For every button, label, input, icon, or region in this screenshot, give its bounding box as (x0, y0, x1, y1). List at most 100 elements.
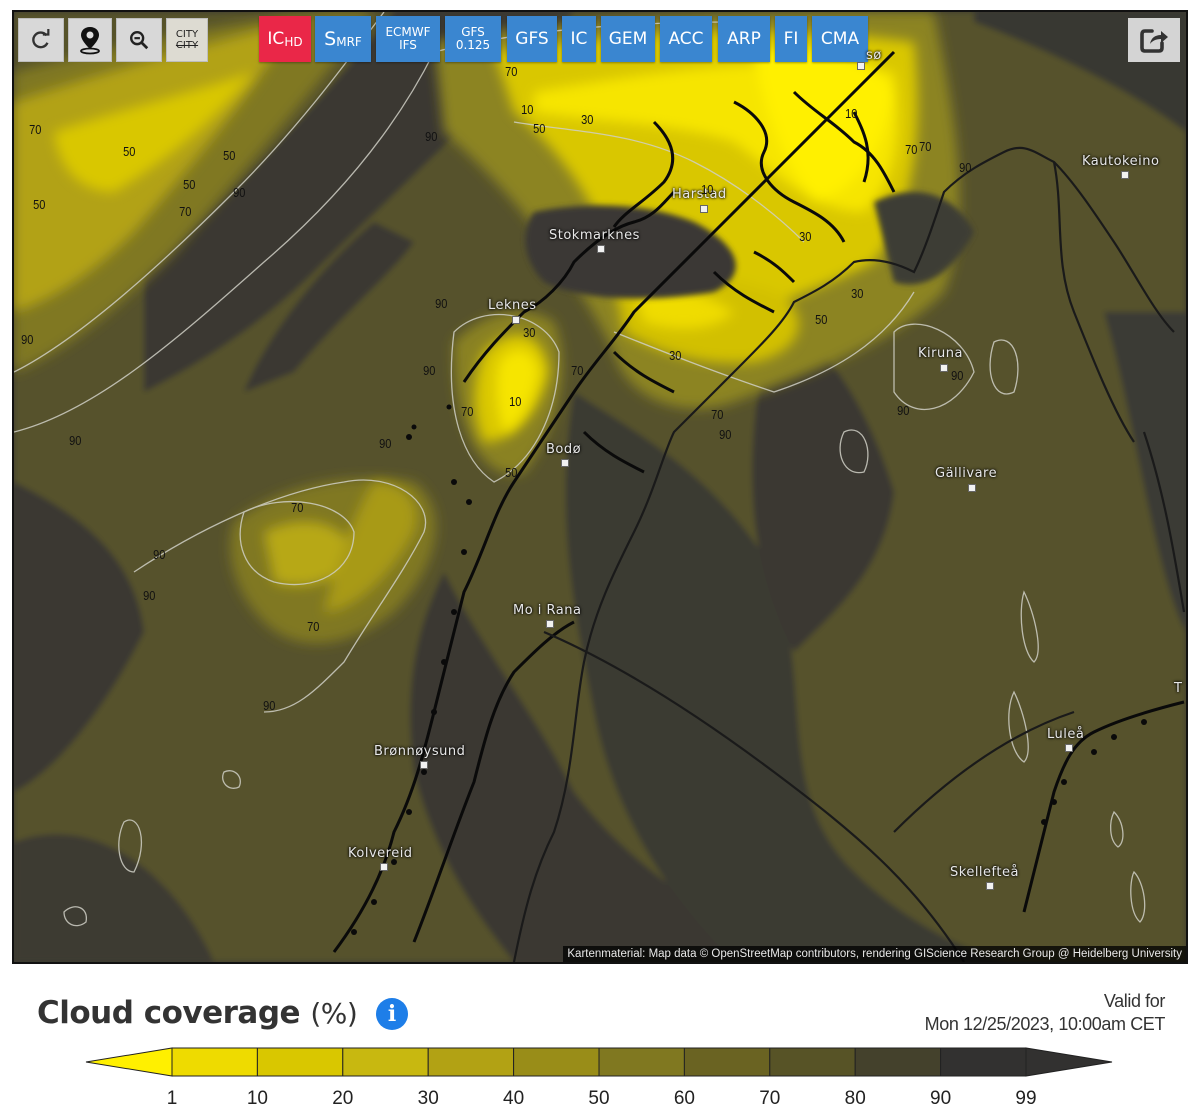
scale-tick-label: 80 (845, 1088, 866, 1109)
contour-label: 50 (183, 177, 196, 192)
model-button-arp[interactable]: ARP (718, 16, 770, 62)
map-view[interactable]: CITY CITY IC HD S MRF ECMWF IFS GFS 0.125 GF… (12, 10, 1188, 964)
city-marker-lulea[interactable] (1065, 744, 1073, 752)
contour-label: 30 (523, 325, 536, 340)
cloud-coverage-map[interactable] (14, 12, 1186, 962)
model-button-fi[interactable]: FI (775, 16, 807, 62)
contour-label: 50 (815, 312, 828, 327)
model-button-ecmwf-ifs[interactable]: ECMWF IFS (376, 16, 440, 62)
contour-label: 90 (425, 129, 438, 144)
scale-segment (854, 1047, 942, 1077)
model-label: GFS (515, 29, 549, 49)
contour-label: 90 (379, 436, 392, 451)
model-label: IC (267, 29, 285, 49)
city-marker-kolvereid[interactable] (380, 863, 388, 871)
scale-segment (256, 1047, 344, 1077)
city-label-gallivare: Gällivare (935, 466, 998, 481)
contour-label: 10 (845, 106, 858, 121)
scale-tick-label: 30 (418, 1088, 439, 1109)
model-label-line2: 0.125 (455, 38, 491, 52)
city-label-lulea: Luleå (1047, 727, 1085, 742)
city-marker-skelleftea[interactable] (986, 882, 994, 890)
model-label: FI (783, 29, 799, 49)
city-label-kiruna: Kiruna (918, 346, 963, 361)
scale-segment (171, 1047, 258, 1077)
contour-label: 50 (223, 148, 236, 163)
contour-label: 30 (799, 229, 812, 244)
model-label: ARP (727, 29, 761, 49)
city-marker-gallivare[interactable] (968, 484, 976, 492)
city-label-partial-t: T (1174, 681, 1183, 696)
contour-label: 70 (29, 122, 42, 137)
city-marker-kautokeino[interactable] (1121, 171, 1129, 179)
share-button[interactable] (1128, 18, 1180, 62)
contour-label: 70 (919, 139, 932, 154)
color-scale: 1 10 20 30 40 50 60 70 80 90 99 (85, 1047, 1113, 1109)
model-label: S (324, 28, 337, 50)
city-marker-stokmarknes[interactable] (597, 245, 605, 253)
scale-tick-label: 90 (930, 1088, 951, 1109)
legend-title-text: Cloud coverage (37, 995, 301, 1031)
contour-label: 70 (307, 619, 320, 634)
scale-tick-label: 60 (674, 1088, 695, 1109)
model-label: ACC (668, 29, 704, 49)
map-attribution: Kartenmaterial: Map data © OpenStreetMap… (563, 946, 1186, 962)
city-toggle-line2: CITY (175, 40, 199, 51)
contour-label: 50 (533, 121, 546, 136)
model-button-gem[interactable]: GEM (601, 16, 655, 62)
map-pin-icon (80, 27, 100, 55)
city-marker-leknes[interactable] (512, 316, 520, 324)
valid-for-time: Mon 12/25/2023, 10:00am CET (924, 1014, 1166, 1034)
model-sub-label: MRF (336, 35, 362, 49)
model-label: CMA (820, 29, 860, 49)
legend-unit: (%) (310, 997, 358, 1030)
share-icon (1140, 29, 1168, 53)
locate-button[interactable] (68, 18, 112, 62)
city-marker-mo-i-rana[interactable] (546, 620, 554, 628)
contour-label: 90 (423, 363, 436, 378)
scale-segment (769, 1047, 856, 1077)
contour-label: 70 (571, 363, 584, 378)
model-button-s-mrf[interactable]: S MRF (315, 16, 371, 62)
contour-label: 70 (905, 142, 918, 157)
contour-label: 90 (897, 403, 910, 418)
contour-label: 30 (669, 348, 682, 363)
city-label-leknes: Leknes (488, 298, 537, 313)
model-button-ic[interactable]: IC (562, 16, 596, 62)
contour-label: 90 (153, 547, 166, 562)
model-button-ic-hd[interactable]: IC HD (259, 16, 311, 62)
city-marker-bronnoysund[interactable] (420, 761, 428, 769)
zoom-out-button[interactable] (116, 18, 162, 62)
model-label: IC (570, 29, 588, 49)
city-label-bronnoysund: Brønnøysund (374, 744, 466, 759)
model-button-gfs-0125[interactable]: GFS 0.125 (445, 16, 501, 62)
info-icon[interactable]: i (376, 998, 408, 1030)
city-toggle-line1: CITY (175, 29, 199, 40)
model-sub-label: HD (284, 35, 303, 49)
model-button-acc[interactable]: ACC (660, 16, 712, 62)
model-button-cma[interactable]: CMA (812, 16, 868, 62)
model-button-gfs[interactable]: GFS (507, 16, 557, 62)
contour-label: 90 (263, 698, 276, 713)
contour-label: 90 (143, 588, 156, 603)
city-marker-kiruna[interactable] (940, 364, 948, 372)
city-label-stokmarknes: Stokmarknes (549, 228, 640, 243)
contour-label: 90 (959, 160, 972, 175)
scale-tick-label: 40 (503, 1088, 524, 1109)
scale-tick-label: 70 (759, 1088, 780, 1109)
city-marker-tromso[interactable] (857, 62, 865, 70)
contour-label: 70 (461, 404, 474, 419)
city-marker-harstad[interactable] (700, 205, 708, 213)
city-label-bodo: Bodø (546, 442, 582, 457)
scale-segment (940, 1047, 1027, 1077)
city-labels-toggle[interactable]: CITY CITY (166, 18, 208, 62)
scale-segment (513, 1047, 600, 1077)
city-label-kautokeino: Kautokeino (1082, 154, 1160, 169)
refresh-button[interactable] (18, 18, 64, 62)
city-marker-bodo[interactable] (561, 459, 569, 467)
contour-label: 10 (509, 394, 522, 409)
city-label-kolvereid: Kolvereid (348, 846, 413, 861)
contour-label: 30 (851, 286, 864, 301)
contour-label: 70 (505, 64, 518, 79)
contour-label: 90 (69, 433, 82, 448)
